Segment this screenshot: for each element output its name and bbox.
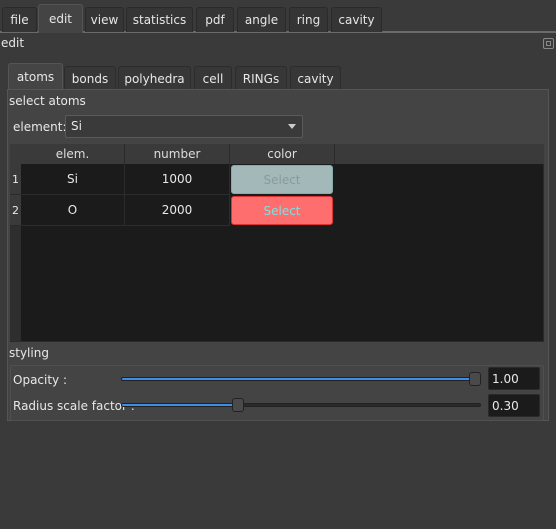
table-cell-elem[interactable]: O [21, 195, 125, 226]
tab-label: edit [48, 12, 73, 26]
radius-value[interactable]: 0.30 [488, 394, 540, 417]
tab-label: angle [244, 13, 279, 27]
tab-label: ring [296, 13, 321, 27]
header-label: color [267, 147, 297, 161]
opacity-value[interactable]: 1.00 [488, 367, 540, 390]
tab-label: RINGs [242, 71, 280, 86]
chevron-down-icon [288, 124, 296, 129]
row-index[interactable]: 2 [10, 195, 21, 226]
tab-label: cavity [338, 13, 375, 27]
opacity-label: Opacity : [13, 373, 68, 387]
element-label: element: [13, 120, 67, 134]
tab-label: cavity [297, 71, 334, 86]
column-header-number[interactable]: number [125, 144, 230, 164]
styling-title: styling [9, 346, 49, 360]
tab-label: view [90, 13, 119, 27]
float-icon[interactable] [543, 38, 554, 49]
row-index[interactable]: 1 [10, 164, 21, 195]
tab-cavity[interactable]: cavity [331, 7, 382, 32]
panel-title: edit [1, 36, 25, 50]
select-atoms-title: select atoms [9, 94, 86, 108]
table-cell-number[interactable]: 2000 [125, 195, 230, 226]
table-cell-number[interactable]: 1000 [125, 164, 230, 195]
slider-handle[interactable] [469, 372, 481, 386]
tab-view[interactable]: view [85, 7, 124, 32]
element-combobox[interactable]: Si [65, 115, 303, 138]
tab-label: file [10, 13, 29, 27]
main-tab-bar: file edit view statistics pdf angle ring… [0, 0, 556, 33]
header-label: elem. [55, 147, 90, 161]
tab-label: bonds [71, 71, 109, 86]
subtab-rings[interactable]: RINGs [235, 66, 287, 90]
element-value: Si [71, 119, 82, 133]
tab-label: atoms [16, 70, 55, 84]
column-header-color[interactable]: color [230, 144, 335, 164]
tab-label: statistics [132, 13, 187, 27]
tab-label: pdf [205, 13, 225, 27]
tab-edit[interactable]: edit [38, 4, 83, 33]
subtab-bonds[interactable]: bonds [64, 66, 116, 90]
select-color-button[interactable]: Select [231, 165, 333, 194]
slider-handle[interactable] [232, 398, 244, 412]
select-color-button[interactable]: Select [231, 196, 333, 225]
opacity-slider[interactable] [121, 372, 481, 386]
column-header-elem[interactable]: elem. [21, 144, 125, 164]
tab-file[interactable]: file [2, 7, 37, 32]
header-label: number [153, 147, 201, 161]
tab-label: cell [202, 71, 224, 86]
radius-slider[interactable] [121, 398, 481, 412]
subtab-cavity[interactable]: cavity [290, 66, 341, 90]
tab-statistics[interactable]: statistics [126, 7, 193, 32]
tab-angle[interactable]: angle [237, 7, 286, 32]
table-cell-elem[interactable]: Si [21, 164, 125, 195]
radius-label: Radius scale factor : [13, 399, 135, 413]
tab-label: polyhedra [124, 71, 185, 86]
tab-pdf[interactable]: pdf [196, 7, 234, 32]
subtab-polyhedra[interactable]: polyhedra [118, 66, 191, 90]
tab-ring[interactable]: ring [289, 7, 328, 32]
subtab-atoms[interactable]: atoms [8, 63, 63, 90]
subtab-cell[interactable]: cell [194, 66, 232, 90]
